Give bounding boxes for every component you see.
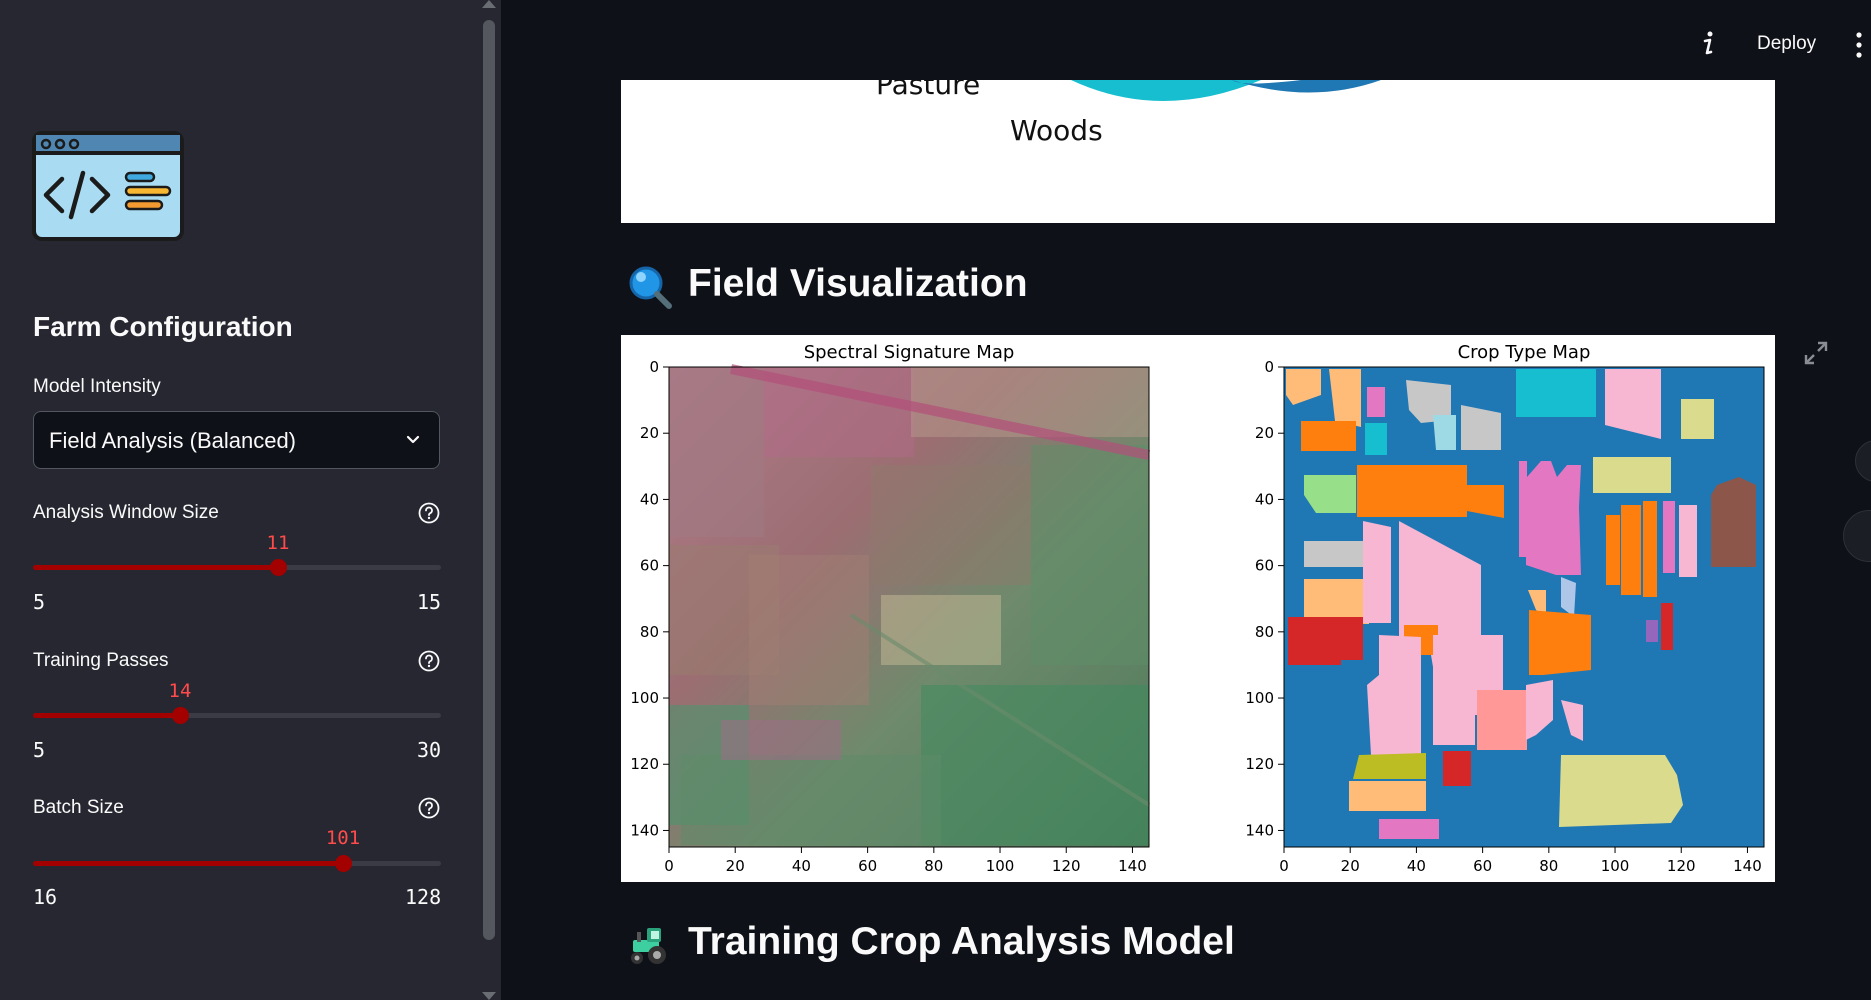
chart-title-crop: Crop Type Map xyxy=(1458,342,1591,363)
slider-fill xyxy=(33,565,278,570)
spectral-image xyxy=(669,364,1151,847)
training-model-heading: Training Crop Analysis Model xyxy=(688,920,1235,963)
x-tick-label: 120 xyxy=(1667,857,1696,875)
code-window-icon xyxy=(32,131,184,241)
slider-fill xyxy=(33,861,343,866)
slider-fill xyxy=(33,713,180,718)
x-tick-label: 80 xyxy=(1539,857,1558,875)
x-tick-label: 0 xyxy=(1279,857,1289,875)
tractor-icon xyxy=(631,928,666,964)
help-icon[interactable] xyxy=(418,502,440,524)
sidebar-heading: Farm Configuration xyxy=(33,311,293,342)
pie-label-pasture: Pasture xyxy=(876,80,980,101)
model-intensity-label: Model Intensity xyxy=(33,376,161,397)
y-tick-label: 120 xyxy=(1245,755,1274,773)
slider-min-label: 5 xyxy=(33,590,46,614)
floating-edge-button[interactable] xyxy=(1843,510,1871,562)
field-visualization-figure: Spectral Signature Map 0 20 40 60 80 100 120 14… xyxy=(621,335,1775,882)
expand-icon[interactable] xyxy=(1803,340,1829,366)
analysis-window-size-value: 11 xyxy=(266,532,290,554)
x-tick-label: 80 xyxy=(924,857,943,875)
x-tick-label: 60 xyxy=(858,857,877,875)
y-tick-label: 20 xyxy=(640,424,659,442)
y-tick-label: 40 xyxy=(1255,490,1274,508)
maps-svg: Spectral Signature Map 0 20 40 60 80 100 120 14… xyxy=(630,342,1765,875)
pie-chart-partial: Pasture Woods xyxy=(621,80,1775,223)
y-tick-label: 140 xyxy=(1245,821,1274,839)
scroll-up-arrow-icon[interactable] xyxy=(482,0,496,8)
chart-title-spectral: Spectral Signature Map xyxy=(804,342,1015,363)
x-tick-label: 140 xyxy=(1118,857,1147,875)
y-tick-label: 0 xyxy=(1264,358,1274,376)
x-tick-label: 40 xyxy=(1407,857,1426,875)
model-intensity-value: Field Analysis (Balanced) xyxy=(49,428,297,453)
pie-slice-pasture xyxy=(1071,80,1261,101)
slider-thumb[interactable] xyxy=(335,855,352,872)
y-tick-label: 0 xyxy=(649,358,659,376)
floating-edge-button[interactable] xyxy=(1855,440,1871,482)
slider-max-label: 30 xyxy=(417,738,442,762)
slider-thumb[interactable] xyxy=(270,559,287,576)
x-tick-label: 140 xyxy=(1733,857,1762,875)
help-icon[interactable] xyxy=(418,797,440,819)
model-intensity-select[interactable]: Field Analysis (Balanced) xyxy=(33,411,440,469)
y-tick-label: 80 xyxy=(640,623,659,641)
y-tick-label: 60 xyxy=(640,557,659,575)
x-tick-label: 120 xyxy=(1052,857,1081,875)
field-visualization-heading: Field Visualization xyxy=(688,262,1028,305)
slider-thumb[interactable] xyxy=(172,707,189,724)
analysis-window-size-label: Analysis Window Size xyxy=(33,502,219,523)
training-passes-value: 14 xyxy=(168,680,192,702)
slider-min-label: 5 xyxy=(33,738,46,762)
help-icon[interactable] xyxy=(418,650,440,672)
y-tick-label: 20 xyxy=(1255,424,1274,442)
x-tick-label: 100 xyxy=(986,857,1015,875)
x-tick-label: 40 xyxy=(792,857,811,875)
magnifying-glass-icon xyxy=(629,266,672,309)
sidebar: Farm Configuration Model Intensity Field… xyxy=(0,0,501,1000)
batch-size-slider[interactable] xyxy=(33,855,441,872)
y-tick-label: 140 xyxy=(630,821,659,839)
info-icon[interactable] xyxy=(1698,30,1718,58)
slider-min-label: 16 xyxy=(33,885,58,909)
training-passes-slider[interactable] xyxy=(33,707,441,724)
x-tick-label: 20 xyxy=(726,857,745,875)
y-tick-label: 60 xyxy=(1255,557,1274,575)
top-bar xyxy=(501,0,1871,80)
batch-size-label: Batch Size xyxy=(33,797,124,818)
y-tick-label: 120 xyxy=(630,755,659,773)
y-tick-label: 80 xyxy=(1255,623,1274,641)
batch-size-value: 101 xyxy=(325,827,361,849)
slider-max-label: 128 xyxy=(405,885,442,909)
slider-max-label: 15 xyxy=(417,590,442,614)
analysis-window-size-slider[interactable] xyxy=(33,559,441,576)
y-tick-label: 40 xyxy=(640,490,659,508)
scroll-down-arrow-icon[interactable] xyxy=(482,992,496,1000)
training-passes-label: Training Passes xyxy=(33,650,169,671)
pie-chart-svg: Pasture Woods xyxy=(876,80,1381,147)
x-tick-label: 20 xyxy=(1341,857,1360,875)
deploy-button[interactable]: Deploy xyxy=(1757,33,1816,55)
y-tick-label: 100 xyxy=(630,689,659,707)
x-tick-label: 0 xyxy=(664,857,674,875)
y-tick-label: 100 xyxy=(1245,689,1274,707)
sidebar-scroll-thumb[interactable] xyxy=(483,20,495,940)
x-tick-label: 100 xyxy=(1601,857,1630,875)
vertical-dots-icon[interactable] xyxy=(1855,32,1863,58)
crop-type-image xyxy=(1284,367,1764,847)
pie-label-woods: Woods xyxy=(1010,114,1103,147)
chevron-down-icon xyxy=(406,435,420,444)
x-tick-label: 60 xyxy=(1473,857,1492,875)
